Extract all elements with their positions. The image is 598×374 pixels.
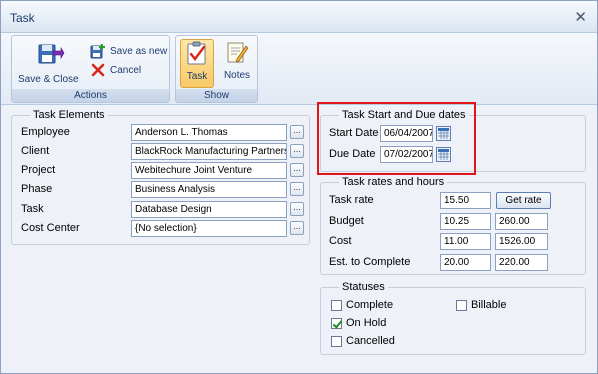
client-label: Client [21, 145, 50, 157]
cost-hours-field[interactable]: 11.00 [440, 233, 491, 250]
window-title: Task [10, 11, 35, 25]
cancel-button[interactable]: Cancel [90, 62, 141, 78]
task-elements-title: Task Elements [33, 109, 105, 121]
project-field[interactable]: Webitechure Joint Venture [131, 162, 287, 179]
task-rate-label: Task rate [329, 194, 374, 206]
show-group-label: Show [176, 89, 257, 102]
cancel-label: Cancel [110, 64, 142, 76]
budget-hours-field[interactable]: 10.25 [440, 213, 491, 230]
save-as-new-button[interactable]: Save as new [90, 43, 167, 59]
show-group: Task Notes Show [175, 35, 258, 103]
cancelled-label: Cancelled [346, 335, 395, 347]
save-close-label: Save & Close [18, 74, 79, 85]
cost-amount-field[interactable]: 1526.00 [495, 233, 548, 250]
cost-center-label: Cost Center [21, 222, 80, 234]
client-field[interactable]: BlackRock Manufacturing Partners, Inc. [131, 143, 287, 160]
actions-group: Save & Close Save as new Cancel Actions [11, 35, 170, 103]
project-label: Project [21, 164, 56, 176]
statuses-title: Statuses [342, 281, 385, 293]
complete-label: Complete [346, 299, 394, 311]
save-as-new-label: Save as new [110, 45, 168, 57]
phase-label: Phase [21, 183, 53, 195]
task-window: Task ✕ Save & Close Save as new Cancel A… [0, 0, 598, 374]
est-hours-field[interactable]: 20.00 [440, 254, 491, 271]
dates-highlight-box [317, 102, 476, 175]
ribbon: Save & Close Save as new Cancel Actions [1, 33, 597, 105]
cost-label: Cost [329, 235, 352, 247]
employee-browse-button[interactable]: ... [290, 125, 304, 139]
cancel-icon [91, 63, 105, 77]
cost-center-browse-button[interactable]: ... [290, 221, 304, 235]
task-rate-field[interactable]: 15.50 [440, 192, 491, 209]
est-amount-field[interactable]: 220.00 [495, 254, 548, 271]
notes-view-button[interactable]: Notes [220, 39, 254, 81]
title-bar: Task ✕ [1, 1, 597, 33]
clipboard-check-icon [187, 41, 206, 65]
client-browse-button[interactable]: ... [290, 144, 304, 158]
cost-center-field[interactable]: {No selection} [131, 220, 287, 237]
cancelled-checkbox[interactable] [331, 336, 342, 347]
actions-group-label: Actions [12, 89, 169, 102]
on-hold-checkbox[interactable] [331, 318, 342, 329]
task-label: Task [21, 203, 44, 215]
phase-field[interactable]: Business Analysis [131, 181, 287, 198]
on-hold-label: On Hold [346, 317, 387, 329]
est-to-complete-label: Est. to Complete [329, 256, 411, 268]
task-view-button[interactable]: Task [180, 39, 214, 88]
rates-title: Task rates and hours [342, 176, 445, 188]
billable-label: Billable [471, 299, 507, 311]
save-as-new-icon [90, 44, 105, 59]
get-rate-button[interactable]: Get rate [496, 192, 551, 209]
project-browse-button[interactable]: ... [290, 163, 304, 177]
phase-browse-button[interactable]: ... [290, 182, 304, 196]
save-close-button[interactable]: Save & Close [18, 39, 79, 85]
notes-pencil-icon [227, 42, 249, 63]
save-close-icon [38, 44, 65, 64]
billable-checkbox[interactable] [456, 300, 467, 311]
budget-label: Budget [329, 215, 364, 227]
budget-amount-field[interactable]: 260.00 [495, 213, 548, 230]
task-field[interactable]: Database Design [131, 201, 287, 218]
employee-field[interactable]: Anderson L. Thomas [131, 124, 287, 141]
task-browse-button[interactable]: ... [290, 202, 304, 216]
close-icon[interactable]: ✕ [574, 8, 587, 26]
complete-checkbox[interactable] [331, 300, 342, 311]
task-view-label: Task [186, 71, 208, 82]
notes-view-label: Notes [223, 70, 251, 81]
employee-label: Employee [21, 126, 70, 138]
